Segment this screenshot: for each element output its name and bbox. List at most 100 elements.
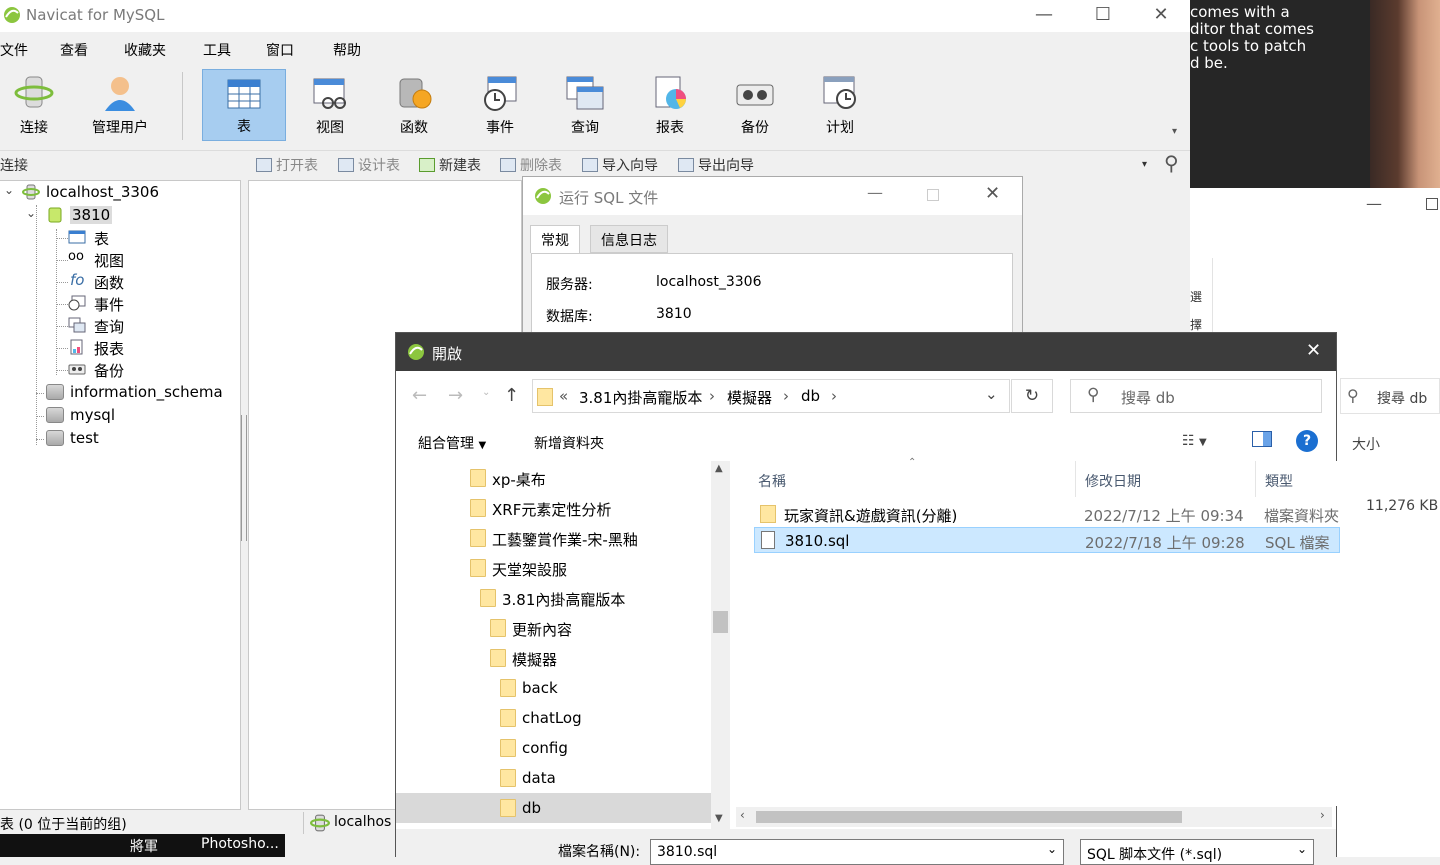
search-icon[interactable]: ⚲ [1164, 151, 1179, 175]
scroll-down-icon[interactable]: ▼ [715, 813, 723, 824]
up-arrow-icon[interactable]: ↑ [504, 385, 519, 406]
tree-item-views[interactable]: oo 视图 [0, 249, 240, 271]
nav-folder-item[interactable]: 更新內容 [396, 613, 711, 643]
column-header-date[interactable]: 修改日期 [1085, 471, 1141, 491]
nav-folder-item[interactable]: 模擬器 [396, 643, 711, 673]
scroll-up-icon[interactable]: ▲ [715, 463, 723, 474]
breadcrumb-item[interactable]: 3.81內掛高寵版本 [579, 387, 702, 408]
column-header-name[interactable]: 名稱 [758, 471, 786, 491]
column-header-type[interactable]: 類型 [1265, 471, 1293, 491]
tree-item-events[interactable]: 事件 [0, 293, 240, 315]
scroll-left-icon[interactable]: ‹ [740, 808, 745, 822]
export-wizard-button[interactable]: 导出向导 [678, 155, 754, 175]
tree-connection-localhost[interactable]: ⌄ localhost_3306 [0, 182, 240, 204]
close-button[interactable]: ✕ [1306, 340, 1321, 361]
breadcrumb-separator-icon[interactable]: › [709, 387, 715, 405]
new-table-button[interactable]: 新建表 [419, 155, 481, 175]
menu-favorites[interactable]: 收藏夹 [124, 40, 166, 60]
organize-menu-button[interactable]: 組合管理 ▼ [418, 433, 486, 453]
address-history-chevron-icon[interactable]: ⌄ [985, 385, 998, 403]
nav-folder-item[interactable]: xp-桌布 [396, 463, 711, 493]
nav-folder-item[interactable]: back [396, 673, 711, 703]
toolbar-view-button[interactable]: 视图 [288, 69, 372, 141]
tree-db-mysql[interactable]: mysql [0, 405, 240, 427]
help-icon[interactable]: ? [1296, 430, 1318, 452]
menu-view[interactable]: 查看 [60, 40, 88, 60]
maximize-button[interactable] [927, 189, 939, 201]
breadcrumb-item[interactable]: db [801, 387, 820, 405]
toolbar-event-button[interactable]: 事件 [458, 69, 542, 141]
tree-item-queries[interactable]: 查询 [0, 315, 240, 337]
file-name-input[interactable]: 3810.sql ⌄ [650, 839, 1064, 865]
address-bar[interactable]: « 3.81內掛高寵版本 › 模擬器 › db › ⌄ [532, 379, 1010, 413]
collapse-chevron-icon[interactable]: ⌄ [26, 206, 36, 220]
column-separator[interactable] [1255, 461, 1256, 497]
background-search-box[interactable]: ⚲ 搜尋 db [1340, 378, 1440, 414]
collapse-chevron-icon[interactable]: ⌄ [4, 183, 14, 197]
breadcrumb-overflow[interactable]: « [559, 387, 568, 405]
menu-tools[interactable]: 工具 [203, 40, 231, 60]
chevron-down-icon[interactable]: ⌄ [1297, 842, 1307, 856]
toolbar-table-button[interactable]: 表 [202, 69, 286, 141]
minimize-button[interactable]: — [1021, 0, 1067, 32]
subbar-dropdown-icon[interactable]: ▾ [1142, 159, 1147, 170]
tree-db-information-schema[interactable]: information_schema [0, 382, 240, 404]
recent-locations-chevron-icon[interactable]: ⌄ [482, 387, 490, 398]
import-wizard-button[interactable]: 导入向导 [582, 155, 658, 175]
nav-folder-item[interactable]: 天堂架設服 [396, 553, 711, 583]
tab-general[interactable]: 常规 [530, 225, 580, 253]
toolbar-user-button[interactable]: 管理用户 [78, 69, 162, 141]
view-options-button[interactable]: ☷ ▼ [1182, 433, 1207, 449]
scroll-thumb[interactable] [756, 811, 1182, 823]
folder-pane-scrollbar[interactable]: ▲ ▼ [711, 461, 730, 829]
toolbar-report-button[interactable]: 报表 [628, 69, 712, 141]
toolbar-overflow-icon[interactable]: ▾ [1172, 126, 1177, 137]
nav-folder-item[interactable]: XRF元素定性分析 [396, 493, 711, 523]
pane-splitter[interactable] [240, 415, 248, 541]
menu-file[interactable]: 文件 [0, 40, 28, 60]
menu-help[interactable]: 帮助 [333, 40, 361, 60]
column-separator[interactable] [1075, 461, 1076, 497]
nav-folder-item[interactable]: 工藝鑒賞作業-宋-黑釉 [396, 523, 711, 553]
design-table-button[interactable]: 设计表 [338, 155, 400, 175]
toolbar-connection-button[interactable]: 连接 [0, 69, 76, 141]
file-type-filter-select[interactable]: SQL 脚本文件 (*.sql) ⌄ [1080, 839, 1314, 865]
nav-folder-item-selected[interactable]: db [396, 793, 711, 823]
chevron-down-icon[interactable]: ⌄ [1047, 842, 1057, 856]
scroll-thumb[interactable] [713, 611, 728, 633]
toolbar-schedule-button[interactable]: 计划 [798, 69, 882, 141]
taskbar-item[interactable]: 將軍 [130, 836, 158, 856]
preview-pane-icon[interactable] [1252, 431, 1272, 447]
minimize-button[interactable]: — [867, 183, 883, 202]
tree-item-functions[interactable]: fo 函数 [0, 271, 240, 293]
toolbar-query-button[interactable]: 查询 [543, 69, 627, 141]
maximize-button[interactable]: ☐ [1080, 0, 1126, 32]
forward-arrow-icon[interactable]: → [448, 385, 463, 406]
tree-db-3810[interactable]: ⌄ 3810 [0, 205, 240, 227]
nav-folder-item[interactable]: config [396, 733, 711, 763]
back-arrow-icon[interactable]: ← [412, 385, 427, 406]
refresh-button[interactable]: ↻ [1011, 379, 1053, 413]
close-button[interactable]: ✕ [985, 183, 1000, 204]
breadcrumb-separator-icon[interactable]: › [783, 387, 789, 405]
tree-item-reports[interactable]: 报表 [0, 337, 240, 359]
scroll-right-icon[interactable]: › [1320, 808, 1325, 822]
taskbar-item[interactable]: Photosho... [201, 836, 279, 852]
menu-window[interactable]: 窗口 [266, 40, 294, 60]
delete-table-button[interactable]: 删除表 [500, 155, 562, 175]
maximize-icon[interactable] [1426, 198, 1438, 210]
tree-item-backups[interactable]: 备份 [0, 359, 240, 381]
nav-folder-item[interactable]: chatLog [396, 703, 711, 733]
new-folder-button[interactable]: 新增資料夾 [534, 433, 604, 453]
search-box[interactable]: ⚲ 搜尋 db [1070, 379, 1322, 413]
nav-folder-item[interactable]: data [396, 763, 711, 793]
column-size-header[interactable]: 大小 [1352, 434, 1380, 454]
open-table-button[interactable]: 打开表 [256, 155, 318, 175]
nav-folder-item[interactable]: 3.81內掛高寵版本 [396, 583, 711, 613]
minimize-icon[interactable]: — [1366, 194, 1382, 213]
breadcrumb-separator-icon[interactable]: › [831, 387, 837, 405]
tab-message-log[interactable]: 信息日志 [590, 225, 668, 253]
toolbar-function-button[interactable]: 函数 [372, 69, 456, 141]
toolbar-backup-button[interactable]: 备份 [713, 69, 797, 141]
tree-item-tables[interactable]: 表 [0, 227, 240, 249]
